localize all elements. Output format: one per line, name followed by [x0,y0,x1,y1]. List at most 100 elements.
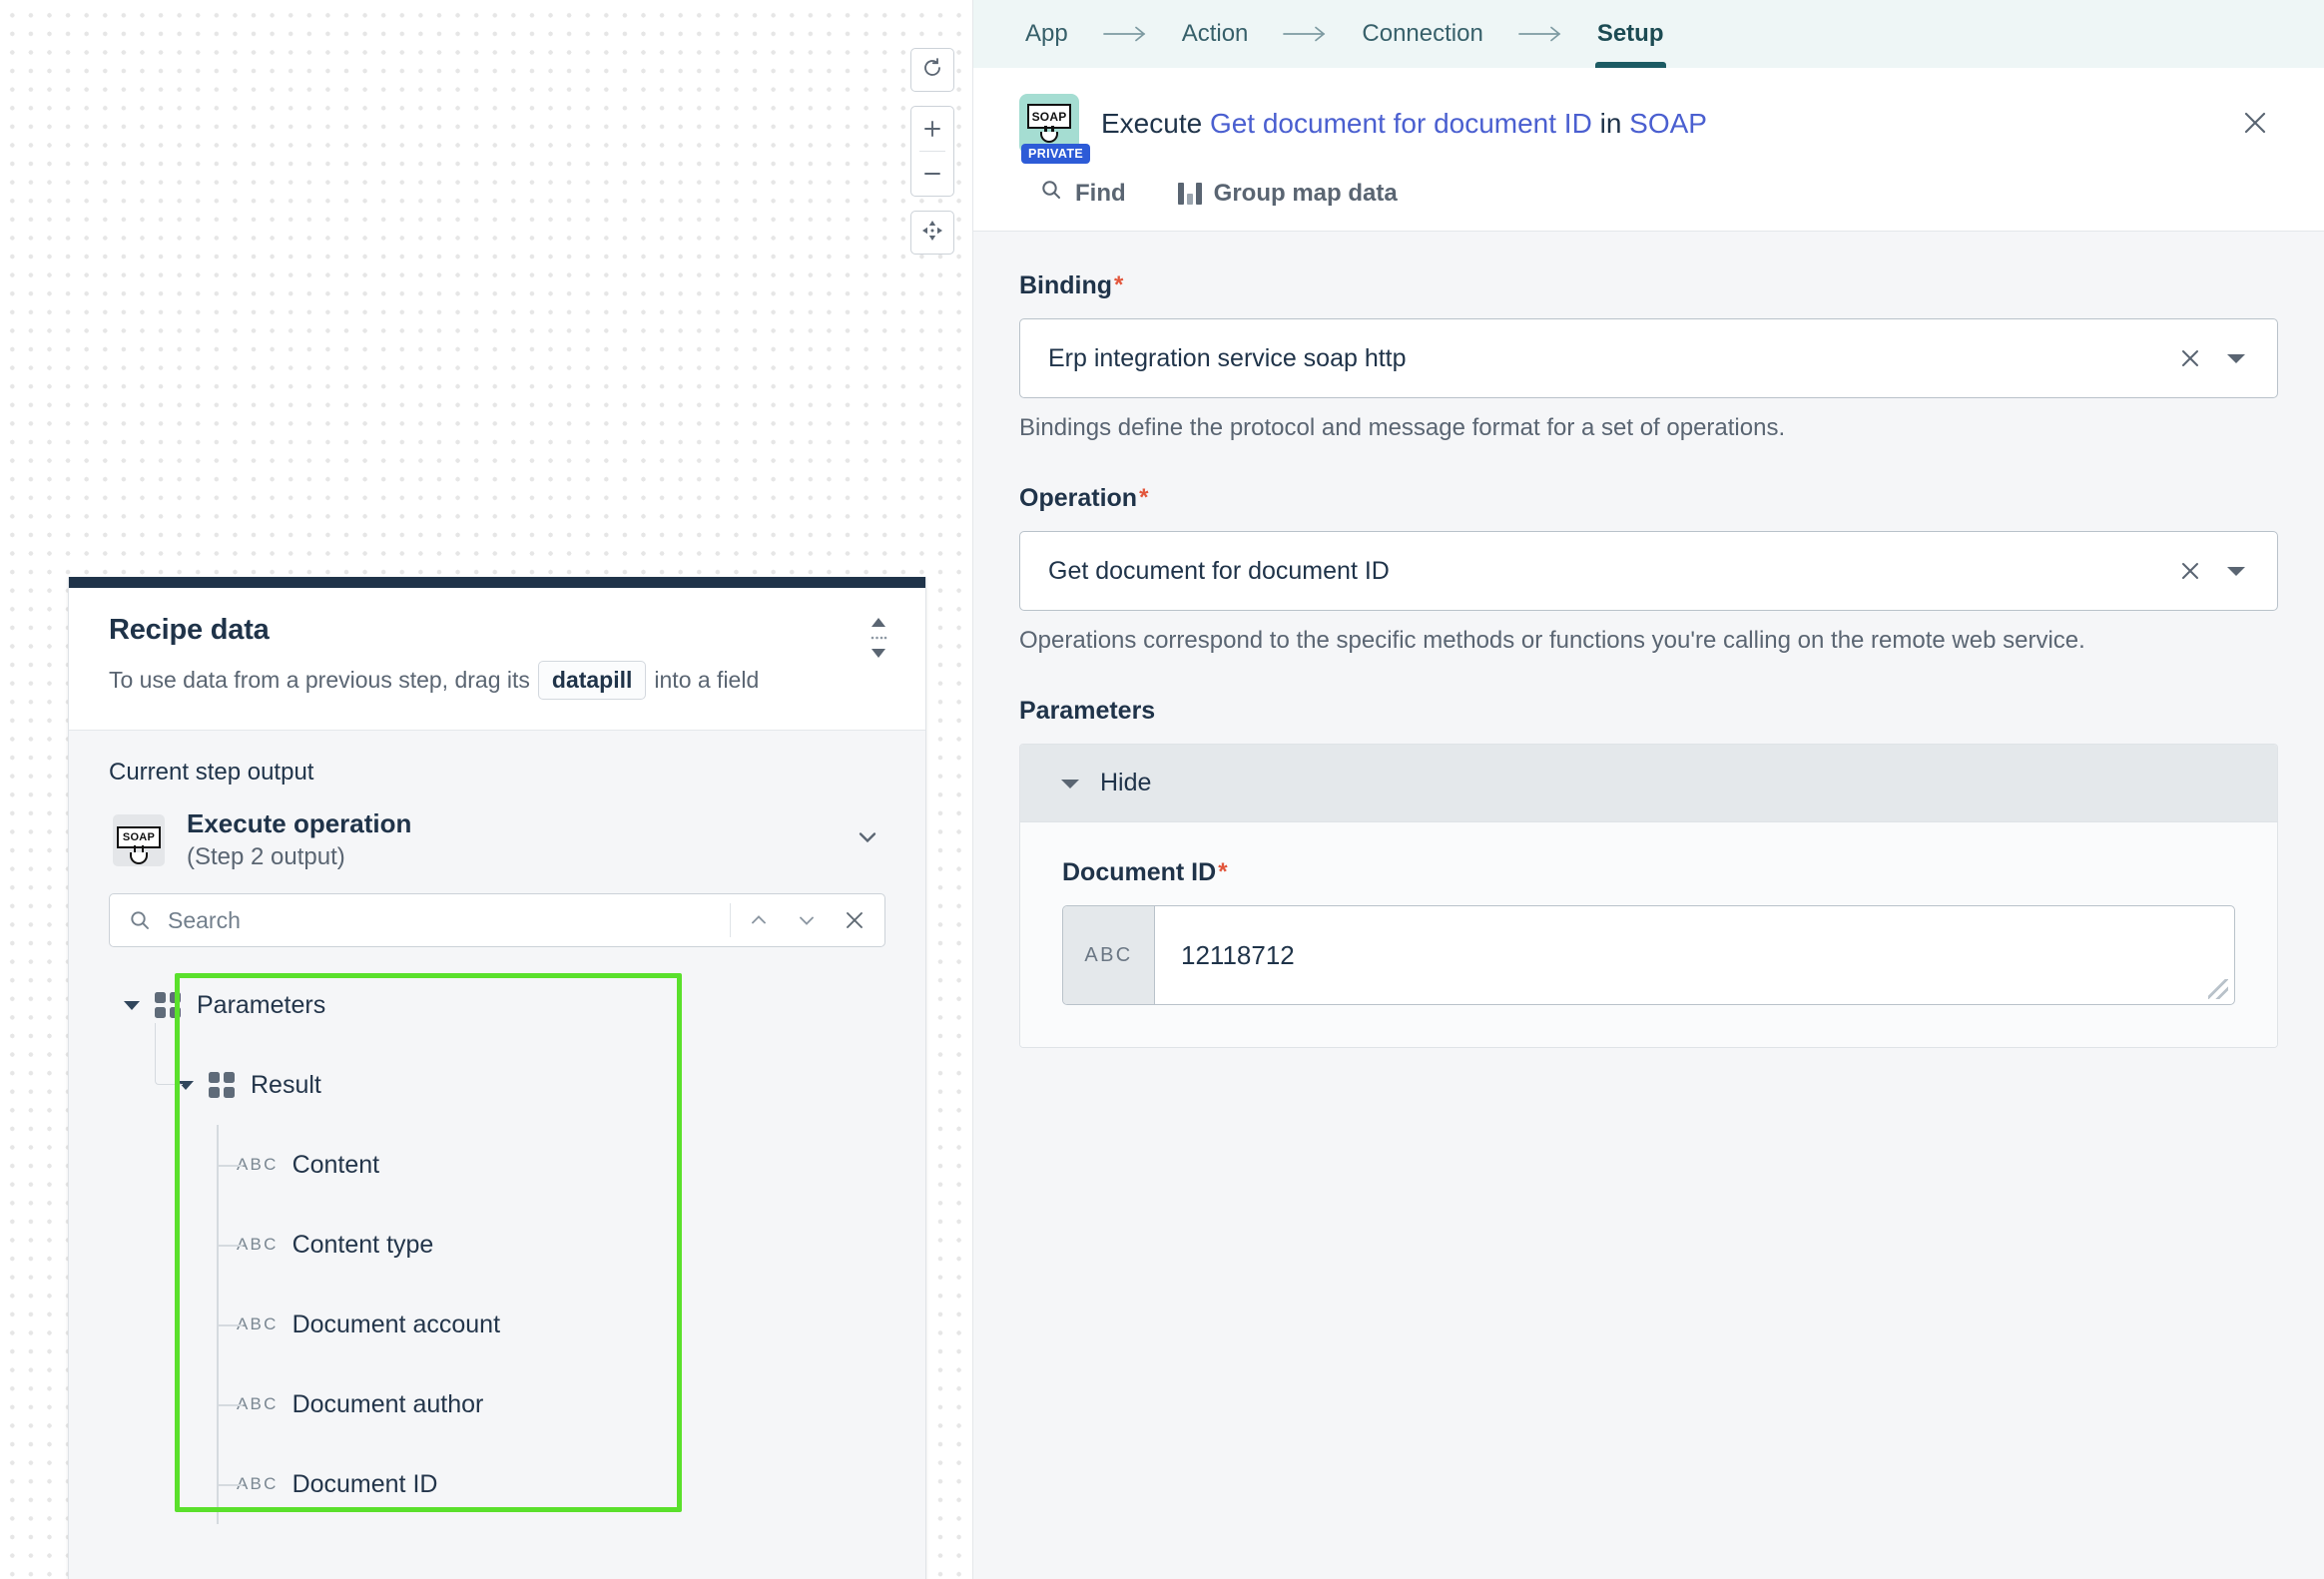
resize-grip-icon[interactable] [2208,979,2228,999]
operation-dropdown-caret[interactable] [2213,564,2259,578]
current-step-output-label: Current step output [109,759,314,786]
document-id-input-row[interactable]: ABC 12118712 [1062,905,2235,1005]
title-middle: in [1599,108,1622,139]
search-next-button[interactable] [783,897,831,943]
recipe-data-header: Recipe data To use data from a previous … [69,588,925,731]
tree-leaf-content[interactable]: ABC Content [109,1125,885,1205]
binding-helper-text: Bindings define the protocol and message… [1019,414,1786,441]
tree-leaf-label: Document author [291,1389,484,1418]
chevron-down-icon [2227,567,2245,576]
panel-title-row: SOAP PRIVATE Execute Get document for do… [1019,94,2278,164]
object-grid-icon [155,992,181,1019]
document-id-text: 12118712 [1181,939,1295,970]
string-type-icon: ABC [1063,906,1155,1004]
title-app-link[interactable]: SOAP [1629,108,1707,139]
reset-icon [920,56,944,85]
tree-tick-connector [217,1484,243,1487]
binding-dropdown-caret[interactable] [2213,351,2259,365]
breadcrumb-step-app[interactable]: App [1019,0,1074,68]
zoom-controls [910,106,954,197]
tree-leaf-label: Content type [291,1230,434,1259]
binding-clear-button[interactable] [2167,346,2213,370]
tree-tick-connector [217,1404,243,1407]
datapill-chip[interactable]: datapill [537,661,647,700]
tree-leaf-document-author[interactable]: ABC Document author [109,1364,885,1444]
recipe-canvas[interactable]: Recipe data To use data from a previous … [0,0,973,1579]
private-badge: PRIVATE [1021,144,1091,164]
fit-view-button[interactable] [910,211,954,255]
find-button[interactable]: Find [1039,178,1126,209]
canvas-toolbar [910,48,954,255]
close-panel-button[interactable] [2232,102,2278,148]
tree-node-label: Parameters [197,990,326,1019]
datapill-search-box[interactable] [109,893,885,948]
tree-tick-connector [217,1245,243,1248]
caret-down-icon [872,649,885,658]
search-clear-button[interactable] [831,897,878,943]
breadcrumb-step-setup[interactable]: Setup [1591,0,1670,68]
operation-select[interactable]: Get document for document ID [1019,531,2278,611]
panel-accent-bar [69,577,925,588]
reset-view-button[interactable] [910,48,954,92]
tree-tick-connector [217,1324,243,1327]
tree-tick-connector [217,1165,243,1168]
group-map-data-button[interactable]: Group map data [1177,179,1398,208]
breadcrumb-arrow-icon [1489,25,1591,43]
breadcrumb-arrow-icon [1074,25,1176,43]
chevron-down-icon[interactable] [121,999,143,1011]
close-icon [2240,108,2270,143]
search-prev-button[interactable] [735,897,783,943]
title-operation-link[interactable]: Get document for document ID [1210,108,1592,139]
tree-node-label: Result [251,1070,321,1099]
string-type-icon: ABC [237,1315,279,1334]
operation-clear-button[interactable] [2167,559,2213,583]
required-asterisk: * [1139,484,1149,511]
parameters-toggle-row[interactable]: Hide [1020,745,2277,822]
soap-step-icon: SOAP [113,813,165,866]
zoom-in-button[interactable] [910,107,954,151]
tree-leaf-content-type[interactable]: ABC Content type [109,1205,885,1285]
caret-up-icon [872,618,885,627]
tree-leaf-label: Content [291,1150,380,1179]
step-meta: (Step 2 output) [187,843,345,871]
move-arrows-icon [919,218,945,249]
step-output-row[interactable]: SOAP Execute operation (Step 2 output) [69,787,925,887]
parameters-card: Hide Document ID * ABC 12118712 [1019,744,2278,1048]
datapill-tree-container: Parameters Result ABC Content ABC Conten… [69,947,925,1525]
string-type-icon: ABC [237,1394,279,1414]
binding-select[interactable]: Erp integration service soap http [1019,318,2278,398]
step-text-group: Execute operation (Step 2 output) [187,806,832,873]
find-label: Find [1075,179,1126,207]
parameters-toggle-label: Hide [1100,769,1152,796]
tree-leaf-document-account[interactable]: ABC Document account [109,1285,885,1364]
search-input[interactable] [152,906,726,934]
tree-leaf-document-id[interactable]: ABC Document ID [109,1444,885,1524]
group-map-label: Group map data [1213,179,1398,207]
zoom-out-button[interactable] [910,152,954,196]
soap-icon-label: SOAP [1027,104,1071,129]
breadcrumb-step-connection[interactable]: Connection [1356,0,1488,68]
parameters-content: Document ID * ABC 12118712 [1020,822,2277,1047]
tree-node-parameters[interactable]: Parameters [109,965,885,1045]
required-asterisk: * [1114,271,1124,298]
recipe-data-panel: Recipe data To use data from a previous … [68,577,926,1579]
recipe-data-title: Recipe data [109,614,270,646]
string-type-icon: ABC [237,1474,279,1494]
subtitle-text-after: into a field [654,667,760,693]
document-id-value[interactable]: 12118712 [1155,906,2234,1004]
search-icon [128,908,152,932]
tree-node-result[interactable]: Result [109,1023,885,1125]
panel-body: Binding * Erp integration service soap h… [973,232,2324,1579]
panel-tools-row: Find Group map data [1019,154,2278,231]
soap-app-icon: SOAP PRIVATE [1019,94,1091,164]
grip-dots-icon [871,636,887,640]
tree-leaf-label: Document ID [291,1469,438,1498]
tree-leaf-label: Document account [291,1310,501,1338]
string-type-icon: ABC [237,1155,279,1175]
breadcrumb-step-action[interactable]: Action [1176,0,1255,68]
step-collapse-chevron-icon[interactable] [854,823,885,856]
chevron-down-icon [1060,777,1080,790]
datapill-search-wrap [69,887,925,948]
panel-resize-handle[interactable] [868,618,889,658]
document-id-label-row: Document ID * [1062,858,2235,887]
